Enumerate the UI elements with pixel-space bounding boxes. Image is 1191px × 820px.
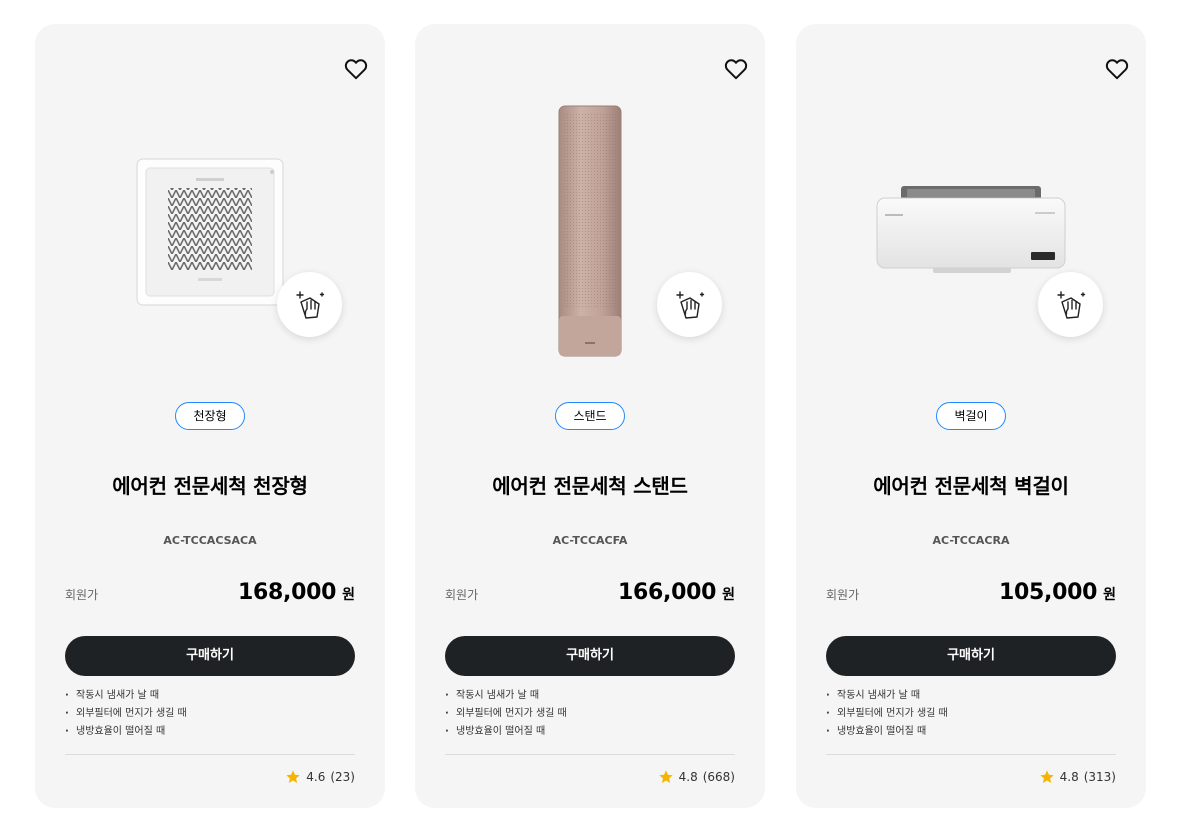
- category-badge: 벽걸이: [936, 402, 1006, 430]
- price-value: 168,000: [238, 580, 337, 605]
- feature-item: 외부필터에 먼지가 생길 때: [445, 705, 735, 723]
- price: 168,000 원: [238, 580, 355, 605]
- price-label: 회원가: [65, 588, 99, 602]
- cleaning-service-icon: [1038, 272, 1103, 337]
- model-number: AC-TCCACFA: [552, 534, 628, 547]
- category-badge: 스탠드: [555, 402, 625, 430]
- star-icon: [658, 770, 673, 783]
- feature-item: 외부필터에 먼지가 생길 때: [65, 705, 355, 723]
- price-row: 회원가 168,000 원: [65, 580, 355, 610]
- wall-mounted-air-conditioner-image[interactable]: [873, 184, 1069, 276]
- product-title[interactable]: 에어컨 전문세척 천장형: [35, 470, 385, 499]
- cleaning-service-icon: [277, 272, 342, 337]
- model-number: AC-TCCACSACA: [163, 534, 257, 547]
- star-icon: [286, 770, 300, 783]
- price-value: 166,000: [618, 580, 717, 605]
- wishlist-heart-icon[interactable]: [723, 56, 749, 82]
- rating-value: 4.8: [1059, 770, 1079, 784]
- price: 166,000 원: [618, 580, 735, 605]
- price-unit: 원: [342, 587, 355, 603]
- star-icon: [1039, 770, 1054, 783]
- ceiling-cassette-air-conditioner-image[interactable]: [136, 158, 284, 306]
- feature-item: 냉방효율이 떨어질 때: [826, 723, 1116, 741]
- price-unit: 원: [1103, 587, 1116, 603]
- buy-button[interactable]: 구매하기: [65, 636, 355, 676]
- price-label: 회원가: [445, 588, 479, 602]
- feature-item: 외부필터에 먼지가 생길 때: [826, 705, 1116, 723]
- feature-item: 작동시 냄새가 날 때: [65, 687, 355, 705]
- price: 105,000 원: [999, 580, 1116, 605]
- divider: [826, 754, 1116, 755]
- rating-value: 4.8: [678, 770, 698, 784]
- divider: [65, 754, 355, 755]
- stand-air-conditioner-image[interactable]: [557, 104, 623, 358]
- category-badge: 천장형: [175, 402, 245, 430]
- price-value: 105,000: [999, 580, 1098, 605]
- rating[interactable]: 4.6 (23): [285, 769, 355, 785]
- rating-value: 4.6: [306, 770, 326, 784]
- price-row: 회원가 166,000 원: [445, 580, 735, 610]
- product-card: 스탠드 에어컨 전문세척 스탠드 AC-TCCACFA 회원가 166,000 원…: [415, 24, 765, 808]
- rating[interactable]: 4.8 (668): [658, 769, 735, 785]
- review-count: (23): [330, 770, 355, 784]
- divider: [445, 754, 735, 755]
- feature-list: 작동시 냄새가 날 때 외부필터에 먼지가 생길 때 냉방효율이 떨어질 때: [65, 687, 355, 741]
- buy-button[interactable]: 구매하기: [826, 636, 1116, 676]
- product-title[interactable]: 에어컨 전문세척 벽걸이: [796, 470, 1146, 499]
- product-card: 천장형 에어컨 전문세척 천장형 AC-TCCACSACA 회원가 168,00…: [35, 24, 385, 808]
- feature-item: 냉방효율이 떨어질 때: [445, 723, 735, 741]
- feature-item: 작동시 냄새가 날 때: [826, 687, 1116, 705]
- review-count: (313): [1083, 770, 1116, 784]
- price-row: 회원가 105,000 원: [826, 580, 1116, 610]
- cleaning-service-icon: [657, 272, 722, 337]
- feature-item: 냉방효율이 떨어질 때: [65, 723, 355, 741]
- product-card: 벽걸이 에어컨 전문세척 벽걸이 AC-TCCACRA 회원가 105,000 원…: [796, 24, 1146, 808]
- review-count: (668): [702, 770, 735, 784]
- product-title[interactable]: 에어컨 전문세척 스탠드: [415, 470, 765, 499]
- rating[interactable]: 4.8 (313): [1039, 769, 1116, 785]
- price-unit: 원: [722, 587, 735, 603]
- feature-list: 작동시 냄새가 날 때 외부필터에 먼지가 생길 때 냉방효율이 떨어질 때: [826, 687, 1116, 741]
- feature-item: 작동시 냄새가 날 때: [445, 687, 735, 705]
- model-number: AC-TCCACRA: [932, 534, 1010, 547]
- feature-list: 작동시 냄새가 날 때 외부필터에 먼지가 생길 때 냉방효율이 떨어질 때: [445, 687, 735, 741]
- buy-button[interactable]: 구매하기: [445, 636, 735, 676]
- price-label: 회원가: [826, 588, 860, 602]
- wishlist-heart-icon[interactable]: [1104, 56, 1130, 82]
- wishlist-heart-icon[interactable]: [343, 56, 369, 82]
